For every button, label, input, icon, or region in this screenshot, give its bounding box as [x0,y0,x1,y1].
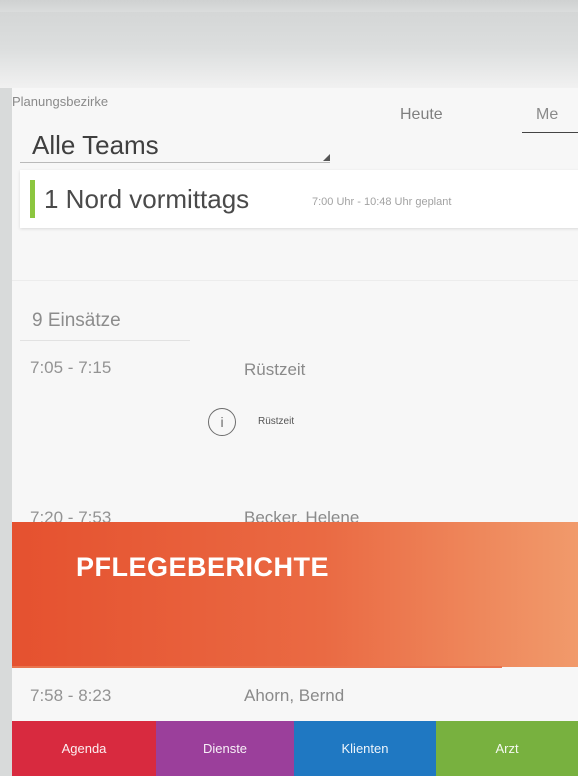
planning-districts-label: Planungsbezirke [12,94,109,109]
assignment-count: 9 Einsätze [32,310,121,331]
team-select-underline [20,162,330,163]
nav-tab-clients[interactable]: Klienten [294,721,436,776]
care-reports-banner: PFLEGEBERICHTE [12,522,578,667]
assignment-time: 7:05 - 7:15 [30,358,112,377]
nav-tab-label: Agenda [61,741,107,756]
nav-tab-label: Dienste [202,741,248,756]
bottom-navigation: Agenda Dienste Klienten Arzt [0,721,578,776]
banner-title: PFLEGEBERICHTE [76,552,330,582]
assignment-time: 7:58 - 8:23 [30,686,112,705]
tour-card[interactable]: 1 Nord vormittags 7:00 Uhr - 10:48 Uhr g… [20,170,578,228]
nav-tab-label: Klienten [341,741,389,756]
tab-active-indicator [522,132,578,133]
nav-tab-label: Arzt [495,741,519,756]
dropdown-caret-icon[interactable] [323,154,330,161]
nav-tab-doctor[interactable]: Arzt [436,721,578,776]
device-frame-left [0,88,12,776]
assignment-client: Rüstzeit [244,360,306,379]
team-select[interactable]: Alle Teams [32,130,159,161]
tab-today[interactable]: Heute [400,106,443,124]
divider [12,280,578,281]
assignment-info-text: Rüstzeit [258,416,295,427]
device-frame-top [0,0,578,88]
nav-tab-services[interactable]: Dienste [156,721,294,776]
divider [20,340,190,341]
tab-more[interactable]: Me [536,106,558,124]
device-bezel [0,0,578,12]
tour-title: 1 Nord vormittags [44,184,250,214]
assignment-client: Ahorn, Bernd [244,686,345,705]
info-icon[interactable]: i [208,408,236,436]
banner-underline [12,666,502,668]
app-screen: Planungsbezirke Alle Teams Heute Me 1 No… [12,88,578,776]
nav-tab-agenda[interactable]: Agenda [12,721,156,776]
tour-color-bar [30,180,35,218]
tour-time-info: 7:00 Uhr - 10:48 Uhr geplant [312,196,452,208]
